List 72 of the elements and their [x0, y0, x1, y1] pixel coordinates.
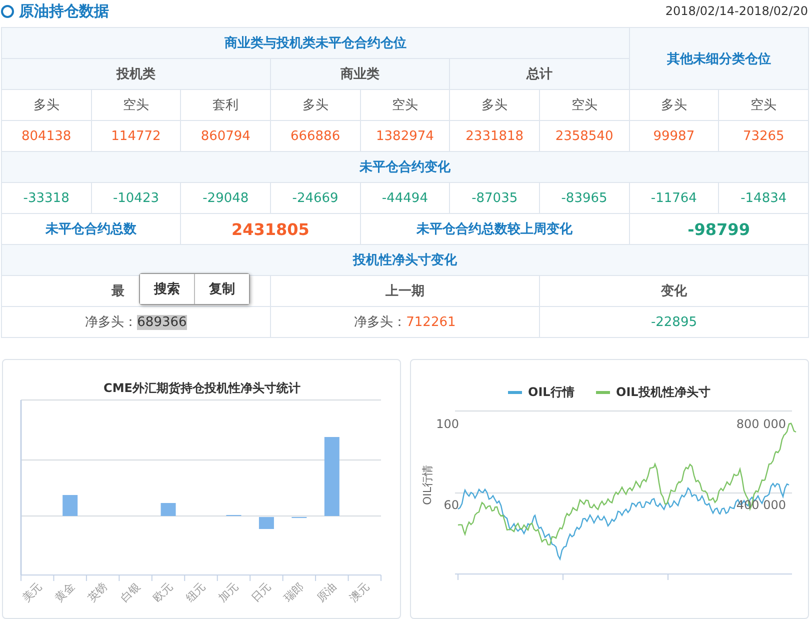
column-header: 总计	[450, 58, 630, 90]
chart-title: CME外汇期货持仓投机性净头寸统计	[104, 381, 300, 395]
page-title: 原油持仓数据	[19, 2, 109, 20]
axis-label: 白银	[118, 580, 143, 605]
bar	[160, 503, 176, 516]
row-label: 未平仓合约总数较上周变化	[360, 214, 630, 244]
date-range: 2018/02/14-2018/02/20	[665, 4, 808, 18]
axis-title: OIL行情	[421, 464, 434, 506]
axis-label: 英镑	[85, 580, 110, 605]
legend-label[interactable]: OIL行情	[528, 385, 574, 399]
column-header: 变化	[660, 284, 687, 299]
column-header: 空头	[91, 90, 181, 120]
table-cell: -33318	[2, 182, 92, 214]
section-header: 投机性净头寸变化	[2, 244, 808, 276]
column-header: 空头	[718, 90, 808, 120]
table-cell: -83965	[539, 182, 630, 214]
net-long-value: 689366	[137, 315, 187, 330]
bar	[62, 495, 78, 516]
table-cell: 114772	[91, 120, 181, 152]
axis-label: 欧元	[150, 580, 176, 605]
axis-label: 美元	[20, 580, 44, 605]
column-header: 投机类	[2, 58, 270, 90]
table-cell: 860794	[180, 120, 270, 152]
axis-label: 100	[436, 417, 459, 431]
menu-item[interactable]: 搜索	[140, 274, 194, 304]
table-cell: -87035	[450, 182, 540, 214]
column-header: 套利	[180, 90, 270, 120]
table-cell: 73265	[718, 120, 808, 152]
net-long-value: 712261	[406, 315, 456, 330]
column-header: 其他未细分类仓位	[629, 28, 808, 90]
table-cell: 804138	[2, 120, 92, 152]
table-cell: 2331818	[450, 120, 540, 152]
section-header: 未平仓合约变化	[2, 152, 808, 182]
column-header: 商业类与投机类未平仓合约仓位	[2, 28, 630, 58]
table-cell: -29048	[180, 182, 270, 214]
row-label: 未平仓合约总数	[2, 214, 181, 244]
table-cell: -44494	[360, 182, 450, 214]
column-header: 多头	[450, 90, 540, 120]
table-cell: -10423	[91, 182, 181, 214]
table-cell: 2431805	[180, 214, 360, 244]
axis-label: 加元	[216, 580, 241, 605]
legend-label[interactable]: OIL投机性净头寸	[616, 385, 710, 399]
table-cell: 99987	[629, 120, 719, 152]
circle-icon	[1, 4, 14, 18]
column-header: 多头	[2, 90, 92, 120]
column-header: 多头	[270, 90, 360, 120]
axis-label: 60	[444, 498, 459, 512]
axis-label: 瑞郎	[282, 580, 306, 605]
bar	[258, 517, 274, 529]
axis-label: 纽元	[183, 580, 208, 605]
table-cell: -98799	[629, 214, 808, 244]
table-cell: -14834	[718, 182, 808, 214]
table-cell: 1382974	[360, 120, 450, 152]
column-header: 空头	[360, 90, 450, 120]
axis-label: 黄金	[52, 580, 78, 605]
cell-label: 净多头：	[354, 315, 406, 330]
table-cell: -11764	[629, 182, 719, 214]
axis-label: 日元	[248, 580, 274, 605]
table-cell: -24669	[270, 182, 360, 214]
column-header: 商业类	[270, 58, 450, 90]
table-cell: 666886	[270, 120, 360, 152]
menu-item[interactable]: 复制	[194, 274, 249, 304]
axis-label: 澳元	[347, 580, 372, 605]
column-header: 最	[111, 283, 124, 300]
cell-label: 净多头：	[85, 315, 138, 330]
column-header: 上一期	[385, 284, 424, 299]
table-cell: -22895	[650, 314, 697, 330]
column-header: 多头	[629, 90, 719, 120]
column-header: 空头	[539, 90, 630, 120]
table-cell: 2358540	[539, 120, 630, 152]
axis-label: 原油	[314, 580, 340, 605]
axis-label: 800 000	[736, 417, 786, 431]
